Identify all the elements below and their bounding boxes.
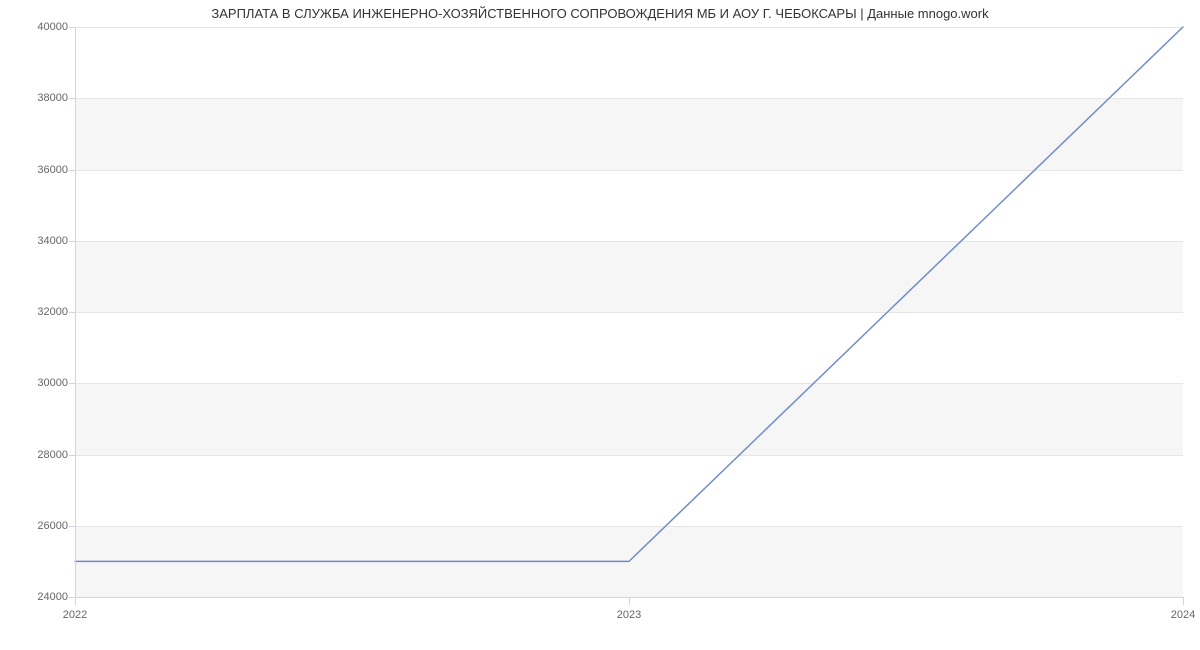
y-tick-mark [69,383,75,384]
y-tick-label: 36000 [37,164,68,176]
x-tick-mark [629,597,630,605]
line-chart: ЗАРПЛАТА В СЛУЖБА ИНЖЕНЕРНО-ХОЗЯЙСТВЕННО… [0,0,1200,650]
y-tick-mark [69,526,75,527]
y-tick-mark [69,312,75,313]
y-tick-label: 40000 [37,21,68,33]
x-tick-label: 2022 [63,609,87,621]
y-tick-mark [69,170,75,171]
x-tick-mark [75,597,76,605]
plot-area [75,27,1183,597]
x-tick-label: 2024 [1171,609,1195,621]
y-tick-label: 38000 [37,92,68,104]
y-tick-mark [69,455,75,456]
y-tick-mark [69,241,75,242]
y-tick-label: 30000 [37,377,68,389]
x-tick-label: 2023 [617,609,641,621]
y-tick-label: 32000 [37,306,68,318]
y-tick-label: 24000 [37,591,68,603]
chart-title: ЗАРПЛАТА В СЛУЖБА ИНЖЕНЕРНО-ХОЗЯЙСТВЕННО… [0,6,1200,21]
y-axis-line [75,27,76,597]
series-layer [75,27,1183,597]
y-tick-mark [69,98,75,99]
y-tick-label: 34000 [37,235,68,247]
y-tick-label: 28000 [37,449,68,461]
y-tick-mark [69,27,75,28]
x-tick-mark [1183,597,1184,605]
y-tick-label: 26000 [37,520,68,532]
series-line [75,27,1183,561]
